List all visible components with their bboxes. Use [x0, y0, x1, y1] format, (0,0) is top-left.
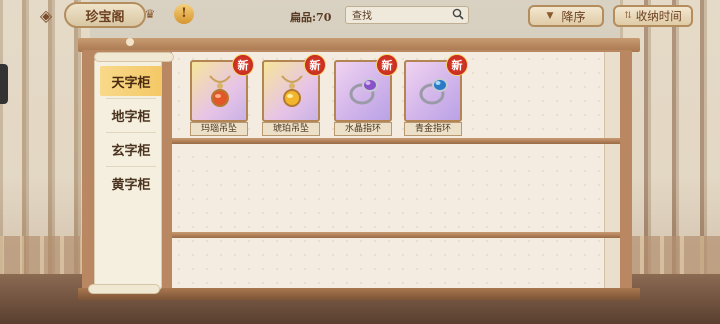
- item-slot[interactable]: 新 青金指环: [404, 54, 468, 138]
- shelf: [172, 138, 620, 144]
- side-handle[interactable]: [0, 64, 8, 104]
- capacity-counter: 扁品:70: [290, 11, 332, 24]
- item-slot[interactable]: 新 琥珀吊坠: [262, 54, 326, 138]
- tab-huang[interactable]: 黄字柜: [100, 168, 162, 198]
- item-slot[interactable]: 新 水晶指环: [334, 54, 398, 138]
- shelf: [172, 232, 620, 238]
- item-name: 水晶指环: [334, 122, 392, 136]
- search-input[interactable]: [352, 8, 444, 24]
- back-button[interactable]: ◈: [34, 4, 58, 26]
- tab-divider: [106, 166, 156, 167]
- tab-di[interactable]: 地字柜: [100, 100, 162, 130]
- new-badge: 新: [376, 54, 398, 76]
- search-icon[interactable]: [450, 8, 466, 22]
- back-arrow-icon: ◈: [39, 5, 53, 25]
- new-badge: 新: [304, 54, 326, 76]
- tab-tian[interactable]: 天字柜: [100, 66, 162, 96]
- info-button[interactable]: !: [174, 4, 194, 24]
- item-name: 琥珀吊坠: [262, 122, 320, 136]
- tab-xuan[interactable]: 玄字柜: [100, 134, 162, 164]
- sort-order-button[interactable]: ▼ 降序: [528, 5, 604, 27]
- cabinet-knob: [126, 38, 134, 46]
- sort-by-time-button[interactable]: ⇅ 收纳时间: [613, 5, 693, 27]
- crystal-ring-icon: [349, 78, 378, 105]
- page-title: 珍宝阁: [64, 2, 146, 28]
- scroll-rod-top: [94, 52, 174, 62]
- cabinet-post: [604, 52, 620, 288]
- item-name: 青金指环: [404, 122, 462, 136]
- cabinet-base: [78, 288, 640, 300]
- sort-arrows-icon: ⇅: [624, 11, 632, 21]
- item-name: 玛瑙吊坠: [190, 122, 248, 136]
- tab-divider: [106, 132, 156, 133]
- exclamation-icon: !: [181, 6, 187, 21]
- agate-pendant-icon: [209, 75, 231, 107]
- top-bar: ◈ 珍宝阁 ♛ ! 扁品:70 ▼ 降序 ⇅ 收纳时间: [0, 0, 720, 32]
- scroll-rod-bottom: [88, 284, 160, 294]
- amber-pendant-icon: [281, 75, 303, 107]
- new-badge: 新: [232, 54, 254, 76]
- crown-icon: ♛: [144, 7, 156, 21]
- item-slot[interactable]: 新 玛瑙吊坠: [190, 54, 254, 138]
- new-badge: 新: [446, 54, 468, 76]
- triangle-down-icon: ▼: [546, 11, 554, 21]
- lapis-ring-icon: [419, 78, 448, 105]
- search-box: [345, 6, 469, 24]
- tab-divider: [106, 98, 156, 99]
